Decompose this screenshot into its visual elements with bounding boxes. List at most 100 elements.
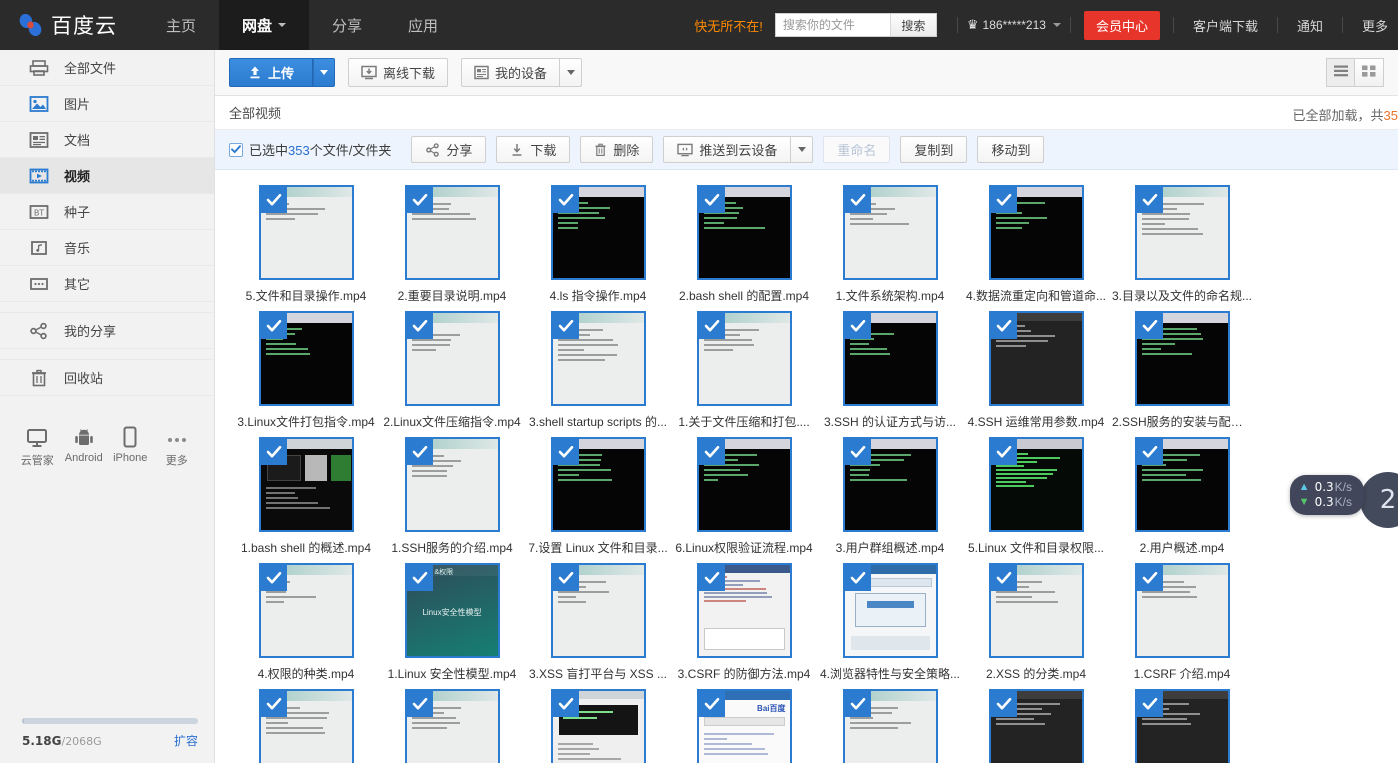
- download-button[interactable]: 下载: [496, 136, 571, 163]
- file-thumbnail[interactable]: [1134, 689, 1230, 763]
- file-selected-checkmark-icon[interactable]: [260, 187, 287, 213]
- sidebar-item-all-files[interactable]: 全部文件: [0, 50, 214, 86]
- file-thumbnail[interactable]: [842, 563, 938, 658]
- my-device-dropdown-button[interactable]: [560, 58, 583, 87]
- file-thumbnail[interactable]: [1134, 563, 1230, 658]
- file-thumbnail[interactable]: [842, 689, 938, 763]
- file-thumbnail[interactable]: [842, 437, 938, 532]
- file-thumbnail[interactable]: [404, 185, 500, 280]
- file-selected-checkmark-icon[interactable]: [406, 187, 433, 213]
- file-thumbnail[interactable]: &权限 Linux安全性模型: [404, 563, 500, 658]
- file-thumbnail[interactable]: [550, 563, 646, 658]
- file-grid-item[interactable]: &权限 Linux安全性模型 1.Linux 安全性模型.mp4: [379, 563, 525, 689]
- file-selected-checkmark-icon[interactable]: [698, 565, 725, 591]
- file-selected-checkmark-icon[interactable]: [1136, 565, 1163, 591]
- file-grid-item[interactable]: 2.bash shell 的配置.mp4: [671, 185, 817, 311]
- file-selected-checkmark-icon[interactable]: [698, 313, 725, 339]
- file-selected-checkmark-icon[interactable]: [844, 439, 871, 465]
- file-grid-item[interactable]: 3.用户群组概述.mp4: [817, 437, 963, 563]
- file-thumbnail[interactable]: [258, 689, 354, 763]
- logo[interactable]: 百度云: [0, 0, 143, 50]
- file-selected-checkmark-icon[interactable]: [260, 691, 287, 717]
- file-selected-checkmark-icon[interactable]: [844, 313, 871, 339]
- file-selected-checkmark-icon[interactable]: [406, 313, 433, 339]
- file-grid-item[interactable]: 1.CSRF 介绍.mp4: [1109, 563, 1255, 689]
- list-view-button[interactable]: [1326, 58, 1355, 87]
- file-grid-item[interactable]: [1109, 689, 1255, 763]
- file-grid-item[interactable]: 5.文件和目录操作.mp4: [233, 185, 379, 311]
- file-thumbnail[interactable]: [258, 185, 354, 280]
- file-thumbnail[interactable]: [842, 311, 938, 406]
- file-selected-checkmark-icon[interactable]: [1136, 187, 1163, 213]
- sidebar-item-other[interactable]: 其它: [0, 266, 214, 302]
- file-selected-checkmark-icon[interactable]: [698, 439, 725, 465]
- file-grid-item[interactable]: 1.bash shell 的概述.mp4: [233, 437, 379, 563]
- file-grid-item[interactable]: 2.用户概述.mp4: [1109, 437, 1255, 563]
- file-selected-checkmark-icon[interactable]: [698, 187, 725, 213]
- file-grid-item[interactable]: 3.SSH 的认证方式与访...: [817, 311, 963, 437]
- file-thumbnail[interactable]: [988, 437, 1084, 532]
- file-grid-item[interactable]: 4.ls 指令操作.mp4: [525, 185, 671, 311]
- file-selected-checkmark-icon[interactable]: [260, 313, 287, 339]
- device-link-iphone[interactable]: iPhone: [108, 424, 152, 468]
- file-grid-item[interactable]: 5.Linux 文件和目录权限...: [963, 437, 1109, 563]
- breadcrumb[interactable]: 全部视频: [229, 103, 281, 122]
- file-selected-checkmark-icon[interactable]: [844, 187, 871, 213]
- file-grid-item[interactable]: 3.CSRF 的防御方法.mp4: [671, 563, 817, 689]
- file-grid-item[interactable]: 4.SSH 运维常用参数.mp4: [963, 311, 1109, 437]
- sidebar-item-music[interactable]: 音乐: [0, 230, 214, 266]
- nav-item-home[interactable]: 主页: [143, 0, 219, 50]
- search-button[interactable]: 搜索: [889, 14, 936, 36]
- file-grid-item[interactable]: 1.SSH服务的介绍.mp4: [379, 437, 525, 563]
- select-all-checkbox[interactable]: [229, 142, 243, 157]
- upload-button[interactable]: 上传: [229, 58, 314, 87]
- push-to-device-button[interactable]: 推送到云设备: [663, 136, 792, 163]
- client-download-link[interactable]: 客户端下载: [1183, 16, 1268, 35]
- file-selected-checkmark-icon[interactable]: [698, 691, 725, 717]
- file-selected-checkmark-icon[interactable]: [260, 439, 287, 465]
- file-selected-checkmark-icon[interactable]: [990, 313, 1017, 339]
- share-button[interactable]: 分享: [411, 136, 487, 163]
- file-selected-checkmark-icon[interactable]: [406, 439, 433, 465]
- file-thumbnail[interactable]: [258, 563, 354, 658]
- file-thumbnail[interactable]: Bai百度: [696, 689, 792, 763]
- file-selected-checkmark-icon[interactable]: [552, 439, 579, 465]
- search-box[interactable]: 搜索: [774, 13, 937, 37]
- file-grid-item[interactable]: 7.设置 Linux 文件和目录...: [525, 437, 671, 563]
- file-grid-item[interactable]: [817, 689, 963, 763]
- file-selected-checkmark-icon[interactable]: [844, 691, 871, 717]
- file-thumbnail[interactable]: [988, 563, 1084, 658]
- file-thumbnail[interactable]: [1134, 185, 1230, 280]
- notification-link[interactable]: 通知: [1287, 16, 1333, 35]
- file-thumbnail[interactable]: [842, 185, 938, 280]
- transfer-speed-widget[interactable]: ▲ 0.3 K/s ▼ 0.3 K/s: [1289, 475, 1364, 515]
- grid-view-button[interactable]: [1355, 58, 1384, 87]
- file-selected-checkmark-icon[interactable]: [552, 565, 579, 591]
- file-thumbnail[interactable]: [988, 311, 1084, 406]
- file-grid-item[interactable]: 2.SSH服务的安装与配置...: [1109, 311, 1255, 437]
- file-thumbnail[interactable]: [550, 185, 646, 280]
- file-grid-item[interactable]: 3.Linux文件打包指令.mp4: [233, 311, 379, 437]
- move-to-button[interactable]: 移动到: [977, 136, 1045, 163]
- file-grid-item[interactable]: 6.Linux权限验证流程.mp4: [671, 437, 817, 563]
- file-thumbnail[interactable]: [258, 311, 354, 406]
- file-selected-checkmark-icon[interactable]: [990, 691, 1017, 717]
- file-grid-area[interactable]: 5.文件和目录操作.mp4 2.重要目录说明.mp4 4.ls 指令操作.mp4 2.…: [215, 171, 1398, 763]
- file-thumbnail[interactable]: [988, 689, 1084, 763]
- push-to-device-dropdown-button[interactable]: [791, 136, 814, 163]
- sidebar-item-images[interactable]: 图片: [0, 86, 214, 122]
- copy-to-button[interactable]: 复制到: [900, 136, 968, 163]
- offline-download-button[interactable]: 离线下载: [348, 58, 449, 87]
- user-account-menu[interactable]: ♛ 186*****213: [967, 17, 1061, 33]
- device-link-more[interactable]: 更多: [155, 424, 199, 468]
- file-grid-item[interactable]: 4.浏览器特性与安全策略...: [817, 563, 963, 689]
- file-selected-checkmark-icon[interactable]: [406, 565, 433, 591]
- file-selected-checkmark-icon[interactable]: [990, 565, 1017, 591]
- file-thumbnail[interactable]: [550, 689, 646, 763]
- file-grid-item[interactable]: 2.XSS 的分类.mp4: [963, 563, 1109, 689]
- file-grid-item[interactable]: 2.Linux文件压缩指令.mp4: [379, 311, 525, 437]
- file-thumbnail[interactable]: [550, 311, 646, 406]
- file-grid-item[interactable]: 3.XSS 盲打平台与 XSS ...: [525, 563, 671, 689]
- file-selected-checkmark-icon[interactable]: [1136, 439, 1163, 465]
- file-selected-checkmark-icon[interactable]: [552, 691, 579, 717]
